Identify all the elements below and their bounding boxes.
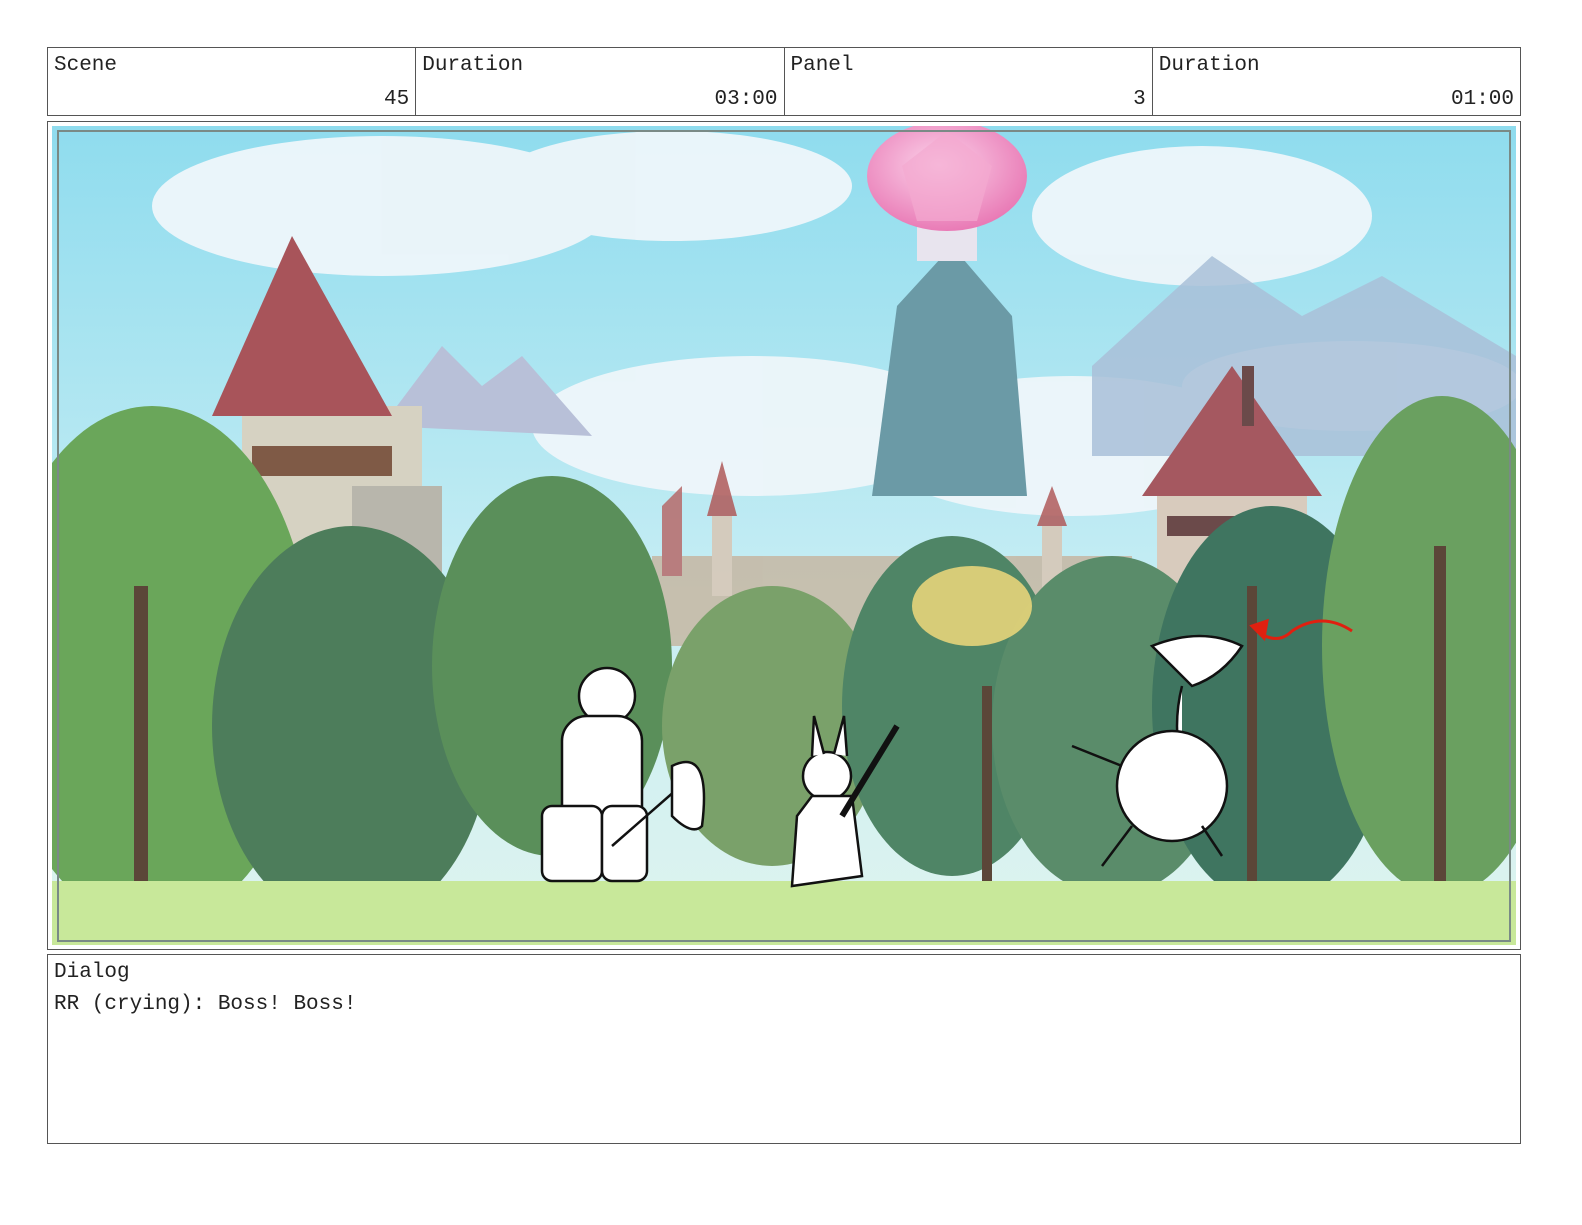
panel-number: 3 [1133, 88, 1146, 111]
panel-label: Panel [790, 54, 854, 77]
dialog-label: Dialog [54, 961, 130, 984]
panel-artwork [52, 126, 1516, 945]
scene-label: Scene [54, 54, 118, 77]
storyboard-header: Scene 45 Duration 03:00 Panel 3 Duration… [47, 47, 1521, 116]
scene-duration-cell: Duration 03:00 [415, 47, 785, 116]
panel-cell: Panel 3 [783, 47, 1153, 116]
dialog-box: Dialog RR (crying): Boss! Boss! [47, 954, 1521, 1144]
panel-duration-cell: Duration 01:00 [1151, 47, 1521, 116]
scene-duration-value: 03:00 [714, 88, 778, 111]
pink-crystal [867, 126, 1027, 231]
storyboard-panel [47, 121, 1521, 950]
panel-duration-label: Duration [1158, 54, 1260, 77]
grass [52, 881, 1516, 945]
panel-duration-value: 01:00 [1450, 88, 1514, 111]
scene-number: 45 [384, 88, 410, 111]
scene-duration-label: Duration [422, 54, 524, 77]
scene-cell: Scene 45 [47, 47, 417, 116]
dialog-text: RR (crying): Boss! Boss! [54, 993, 357, 1016]
